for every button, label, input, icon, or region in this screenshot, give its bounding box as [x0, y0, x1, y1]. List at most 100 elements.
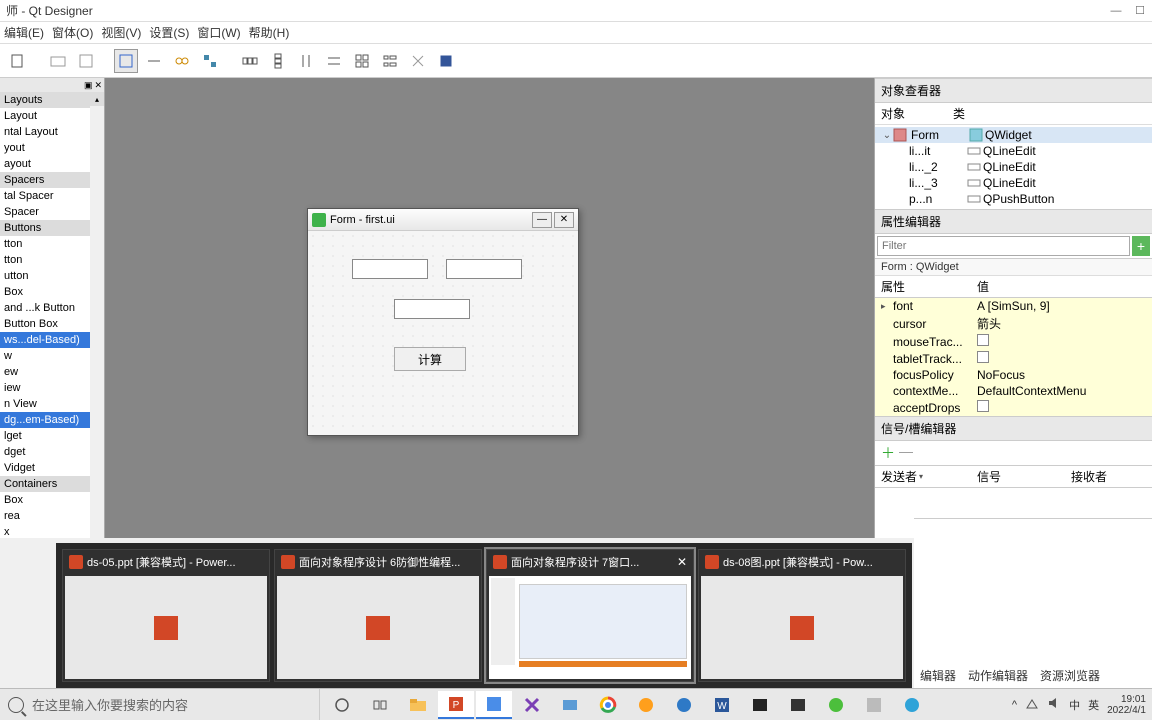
calculate-button[interactable]: 计算	[394, 347, 466, 371]
menu-help[interactable]: 帮助(H)	[249, 24, 290, 41]
wechat-button[interactable]	[818, 691, 854, 719]
new-form-button[interactable]	[6, 49, 30, 73]
widget-item[interactable]: yout	[0, 140, 104, 156]
widget-item[interactable]: tton	[0, 252, 104, 268]
object-tree-row[interactable]: p...nQPushButton	[875, 191, 1152, 207]
widget-category[interactable]: Buttons	[0, 220, 104, 236]
checkbox[interactable]	[977, 351, 989, 363]
taskbar-preview[interactable]: 面向对象程序设计 6防御性编程...	[274, 549, 482, 682]
widgetbox-close-icon[interactable]: ✕	[94, 80, 102, 91]
property-row[interactable]: ▸fontA [SimSun, 9]	[875, 298, 1152, 314]
layout-grid-button[interactable]	[350, 49, 374, 73]
property-row[interactable]: acceptDrops	[875, 399, 1152, 416]
widget-item[interactable]: tal Spacer	[0, 188, 104, 204]
widget-category[interactable]: Containers	[0, 476, 104, 492]
form-titlebar[interactable]: Form - first.ui — ✕	[308, 209, 578, 231]
app-button-4[interactable]	[780, 691, 816, 719]
taskbar-preview[interactable]: ds-08图.ppt [兼容模式] - Pow...	[698, 549, 906, 682]
widget-item[interactable]: ayout	[0, 156, 104, 172]
tray-volume-icon[interactable]	[1047, 696, 1061, 713]
preview-close-button[interactable]: ✕	[677, 555, 687, 569]
tab-resource-browser[interactable]: 资源浏览器	[1040, 663, 1100, 688]
app-button-1[interactable]	[476, 691, 512, 719]
widget-item[interactable]: Vidget	[0, 460, 104, 476]
taskbar-preview[interactable]: 面向对象程序设计 7窗口...✕	[486, 549, 694, 682]
app-button-3[interactable]	[628, 691, 664, 719]
widget-item[interactable]: and ...k Button	[0, 300, 104, 316]
widget-item[interactable]: w	[0, 348, 104, 364]
tray-chevron-up-icon[interactable]: ^	[1012, 699, 1017, 711]
edit-widgets-button[interactable]	[114, 49, 138, 73]
widget-item[interactable]: lget	[0, 428, 104, 444]
edit-signals-button[interactable]	[142, 49, 166, 73]
task-view-button[interactable]	[362, 691, 398, 719]
word-button[interactable]: W	[704, 691, 740, 719]
widget-item[interactable]: n View	[0, 396, 104, 412]
widget-item[interactable]: x	[0, 524, 104, 538]
form-close-button[interactable]: ✕	[554, 212, 574, 228]
widget-item[interactable]: Box	[0, 492, 104, 508]
chrome-button[interactable]	[590, 691, 626, 719]
widget-item[interactable]: Spacer	[0, 204, 104, 220]
object-tree-row[interactable]: li...itQLineEdit	[875, 143, 1152, 159]
app-button-2[interactable]	[552, 691, 588, 719]
layout-form-button[interactable]	[378, 49, 402, 73]
property-filter-input[interactable]	[877, 236, 1130, 256]
taskbar-preview[interactable]: ds-05.ppt [兼容模式] - Power...	[62, 549, 270, 682]
visual-studio-button[interactable]	[514, 691, 550, 719]
edit-tab-order-button[interactable]	[198, 49, 222, 73]
tab-action-editor[interactable]: 动作编辑器	[968, 663, 1028, 688]
tab-signal-editor[interactable]: 编辑器	[920, 663, 956, 688]
object-tree-row[interactable]: ⌄FormQWidget	[875, 127, 1152, 143]
scroll-up-icon[interactable]: ▴	[90, 92, 104, 106]
widget-item[interactable]: tton	[0, 236, 104, 252]
property-row[interactable]: tabletTrack...	[875, 350, 1152, 367]
save-button[interactable]	[74, 49, 98, 73]
widget-item[interactable]: ew	[0, 364, 104, 380]
property-row[interactable]: focusPolicyNoFocus	[875, 367, 1152, 383]
edit-buddies-button[interactable]	[170, 49, 194, 73]
form-window[interactable]: Form - first.ui — ✕ 计算	[307, 208, 579, 436]
form-body[interactable]: 计算	[308, 231, 578, 435]
widget-item[interactable]: Button Box	[0, 316, 104, 332]
app-button-5[interactable]	[856, 691, 892, 719]
design-canvas[interactable]: Form - first.ui — ✕ 计算	[105, 78, 874, 538]
widget-item[interactable]: dget	[0, 444, 104, 460]
chevron-down-icon[interactable]: ▾	[919, 472, 923, 481]
remove-signal-button[interactable]: —	[899, 443, 913, 463]
widget-item[interactable]: rea	[0, 508, 104, 524]
checkbox[interactable]	[977, 400, 989, 412]
adjust-size-button[interactable]	[434, 49, 458, 73]
object-tree-row[interactable]: li..._2QLineEdit	[875, 159, 1152, 175]
maximize-button[interactable]: ☐	[1128, 1, 1152, 21]
line-edit-1[interactable]	[352, 259, 428, 279]
powerpoint-button[interactable]: P	[438, 691, 474, 719]
menu-settings[interactable]: 设置(S)	[149, 24, 189, 41]
form-minimize-button[interactable]: —	[532, 212, 552, 228]
minimize-button[interactable]: —	[1104, 1, 1128, 21]
layout-hsplitter-button[interactable]	[294, 49, 318, 73]
checkbox[interactable]	[977, 334, 989, 346]
tray-ime[interactable]: 中	[1069, 697, 1080, 713]
widget-category[interactable]: Spacers	[0, 172, 104, 188]
menu-view[interactable]: 视图(V)	[101, 24, 141, 41]
app-button-6[interactable]	[894, 691, 930, 719]
widgetbox-float-icon[interactable]: ▣	[84, 80, 93, 91]
tray-network-icon[interactable]	[1025, 696, 1039, 713]
widget-item[interactable]: iew	[0, 380, 104, 396]
layout-vsplitter-button[interactable]	[322, 49, 346, 73]
widget-category[interactable]: ws...del-Based)	[0, 332, 104, 348]
widget-category[interactable]: dg...em-Based)	[0, 412, 104, 428]
taskbar-search[interactable]: 在这里输入你要搜索的内容	[0, 689, 320, 720]
widget-category[interactable]: Layouts	[0, 92, 104, 108]
line-edit-2[interactable]	[446, 259, 522, 279]
layout-horizontal-button[interactable]	[238, 49, 262, 73]
break-layout-button[interactable]	[406, 49, 430, 73]
cortana-button[interactable]	[324, 691, 360, 719]
property-table[interactable]: ▸fontA [SimSun, 9]cursor箭头mouseTrac...ta…	[875, 298, 1152, 416]
terminal-button[interactable]	[742, 691, 778, 719]
widget-item[interactable]: utton	[0, 268, 104, 284]
add-signal-button[interactable]: ＋	[881, 443, 895, 463]
menu-edit[interactable]: 编辑(E)	[4, 24, 44, 41]
menu-window[interactable]: 窗口(W)	[197, 24, 240, 41]
